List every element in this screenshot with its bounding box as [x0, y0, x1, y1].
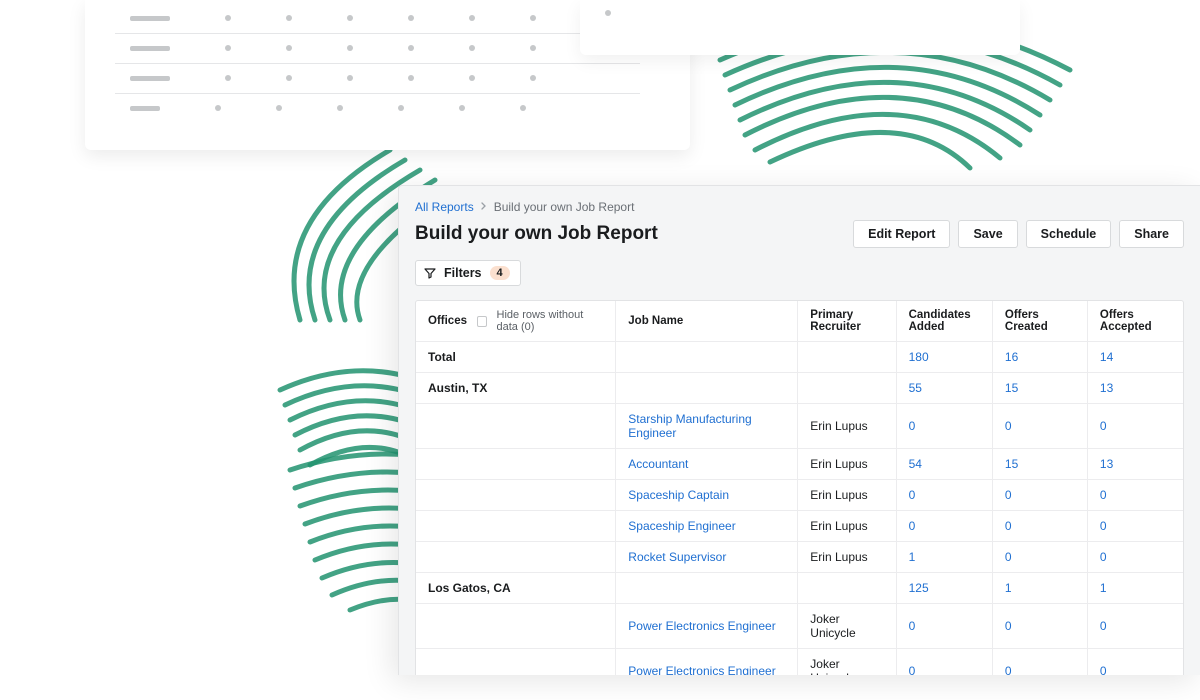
table-row: Starship Manufacturing EngineerErin Lupu… [416, 404, 1183, 449]
cell-offers-accepted[interactable]: 0 [1087, 649, 1183, 676]
cell-candidates-added[interactable]: 0 [896, 649, 992, 676]
cell-office [416, 542, 616, 573]
cell-primary-recruiter: Erin Lupus [798, 511, 896, 542]
cell-primary-recruiter: Joker Unicycle [798, 649, 896, 676]
share-button[interactable]: Share [1119, 220, 1184, 248]
cell-candidates-added[interactable]: 1 [896, 542, 992, 573]
cell-offers-created[interactable]: 0 [992, 542, 1087, 573]
cell-candidates-added[interactable]: 55 [896, 373, 992, 404]
column-header-job-name[interactable]: Job Name [616, 301, 798, 342]
column-header-offers-created[interactable]: Offers Created [992, 301, 1087, 342]
background-card-small [580, 0, 1020, 55]
cell-primary-recruiter [798, 342, 896, 373]
table-row: AccountantErin Lupus541513 [416, 449, 1183, 480]
cell-offers-created[interactable]: 0 [992, 404, 1087, 449]
breadcrumb-current: Build your own Job Report [494, 200, 635, 214]
cell-office: Total [416, 342, 616, 373]
cell-offers-accepted[interactable]: 0 [1087, 404, 1183, 449]
filters-count-badge: 4 [490, 266, 510, 280]
cell-offers-created[interactable]: 15 [992, 373, 1087, 404]
cell-offers-accepted[interactable]: 0 [1087, 542, 1183, 573]
action-buttons: Edit Report Save Schedule Share [853, 220, 1184, 248]
cell-primary-recruiter: Joker Unicycle [798, 604, 896, 649]
cell-job-name[interactable]: Spaceship Captain [616, 480, 798, 511]
cell-offers-accepted[interactable]: 13 [1087, 449, 1183, 480]
table-row: Power Electronics EngineerJoker Unicycle… [416, 604, 1183, 649]
cell-offers-accepted[interactable]: 0 [1087, 511, 1183, 542]
cell-offers-accepted[interactable]: 14 [1087, 342, 1183, 373]
cell-offers-accepted[interactable]: 0 [1087, 604, 1183, 649]
cell-job-name [616, 373, 798, 404]
cell-job-name[interactable]: Power Electronics Engineer [616, 604, 798, 649]
cell-offers-created[interactable]: 0 [992, 480, 1087, 511]
report-panel: All Reports Build your own Job Report Bu… [398, 185, 1200, 675]
table-row: Los Gatos, CA12511 [416, 573, 1183, 604]
table-row: Spaceship CaptainErin Lupus000 [416, 480, 1183, 511]
report-table: Offices Hide rows without data (0) Job N… [415, 300, 1184, 675]
cell-offers-accepted[interactable]: 0 [1087, 480, 1183, 511]
cell-candidates-added[interactable]: 0 [896, 604, 992, 649]
cell-offers-created[interactable]: 0 [992, 604, 1087, 649]
column-header-candidates-added[interactable]: Candidates Added [896, 301, 992, 342]
cell-primary-recruiter: Erin Lupus [798, 449, 896, 480]
breadcrumb-root-link[interactable]: All Reports [415, 200, 474, 214]
table-row: Rocket SupervisorErin Lupus100 [416, 542, 1183, 573]
cell-offers-accepted[interactable]: 13 [1087, 373, 1183, 404]
cell-office [416, 604, 616, 649]
page-title: Build your own Job Report [415, 223, 658, 245]
cell-job-name[interactable]: Accountant [616, 449, 798, 480]
edit-report-button[interactable]: Edit Report [853, 220, 950, 248]
cell-office [416, 449, 616, 480]
table-row: Austin, TX 551513 [416, 373, 1183, 404]
cell-candidates-added[interactable]: 0 [896, 511, 992, 542]
cell-job-name[interactable]: Starship Manufacturing Engineer [616, 404, 798, 449]
table-row: Spaceship EngineerErin Lupus000 [416, 511, 1183, 542]
cell-office: Los Gatos, CA [416, 573, 616, 604]
table-row: Power Electronics EngineerJoker Unicycle… [416, 649, 1183, 676]
hide-rows-label: Hide rows without data (0) [497, 309, 604, 333]
cell-candidates-added[interactable]: 0 [896, 404, 992, 449]
cell-job-name[interactable]: Power Electronics Engineer [616, 649, 798, 676]
cell-primary-recruiter: Erin Lupus [798, 480, 896, 511]
cell-office [416, 404, 616, 449]
column-header-primary-recruiter[interactable]: Primary Recruiter [798, 301, 896, 342]
cell-office: Austin, TX [416, 373, 616, 404]
chevron-right-icon [481, 202, 487, 213]
cell-offers-created[interactable]: 15 [992, 449, 1087, 480]
cell-job-name [616, 342, 798, 373]
column-header-offers-accepted[interactable]: Offers Accepted [1087, 301, 1183, 342]
filter-icon [424, 267, 436, 279]
cell-office [416, 649, 616, 676]
cell-offers-created[interactable]: 16 [992, 342, 1087, 373]
cell-candidates-added[interactable]: 180 [896, 342, 992, 373]
cell-candidates-added[interactable]: 0 [896, 480, 992, 511]
cell-primary-recruiter [798, 573, 896, 604]
cell-candidates-added[interactable]: 54 [896, 449, 992, 480]
cell-offers-accepted[interactable]: 1 [1087, 573, 1183, 604]
filters-button[interactable]: Filters 4 [415, 260, 521, 286]
cell-job-name[interactable]: Spaceship Engineer [616, 511, 798, 542]
breadcrumb: All Reports Build your own Job Report [399, 186, 1200, 214]
cell-office [416, 480, 616, 511]
hide-rows-checkbox[interactable] [477, 316, 487, 327]
cell-offers-created[interactable]: 1 [992, 573, 1087, 604]
cell-offers-created[interactable]: 0 [992, 649, 1087, 676]
column-header-offices[interactable]: Offices [428, 315, 467, 327]
cell-candidates-added[interactable]: 125 [896, 573, 992, 604]
cell-primary-recruiter: Erin Lupus [798, 404, 896, 449]
cell-primary-recruiter [798, 373, 896, 404]
schedule-button[interactable]: Schedule [1026, 220, 1112, 248]
cell-job-name [616, 573, 798, 604]
cell-job-name[interactable]: Rocket Supervisor [616, 542, 798, 573]
filters-label: Filters [444, 266, 482, 280]
cell-offers-created[interactable]: 0 [992, 511, 1087, 542]
cell-primary-recruiter: Erin Lupus [798, 542, 896, 573]
save-button[interactable]: Save [958, 220, 1017, 248]
cell-office [416, 511, 616, 542]
table-row: Total 1801614 [416, 342, 1183, 373]
